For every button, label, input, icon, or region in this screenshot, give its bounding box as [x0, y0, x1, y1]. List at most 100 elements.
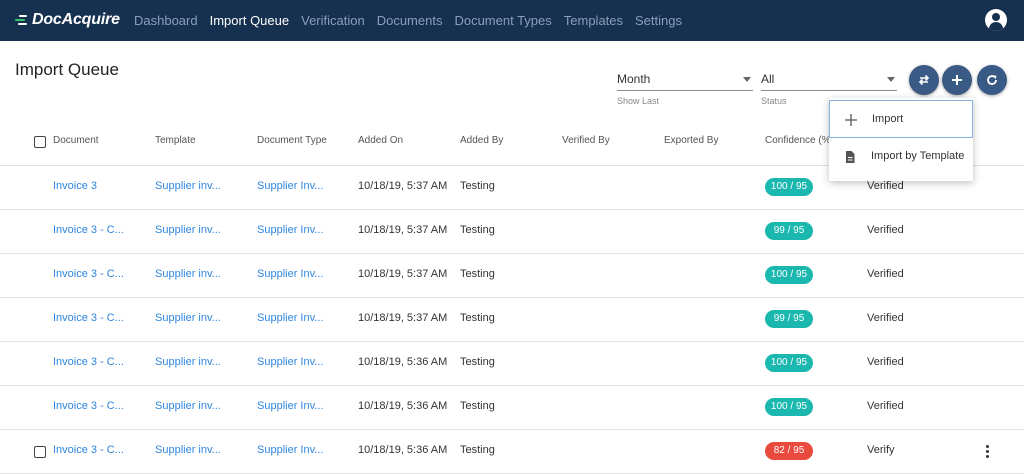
added-on-cell: 10/18/19, 5:37 AM	[358, 224, 448, 236]
column-header-document[interactable]: Document	[53, 135, 99, 146]
status-cell: Verified	[867, 400, 904, 412]
logo-text: DocAcquire	[32, 11, 120, 28]
column-header-document-type[interactable]: Document Type	[257, 135, 327, 146]
select-all-checkbox[interactable]	[34, 136, 46, 148]
added-on-cell: 10/18/19, 5:37 AM	[358, 312, 448, 324]
more-vert-icon[interactable]	[986, 445, 990, 459]
caret-down-icon	[887, 77, 895, 82]
status-cell: Verified	[867, 180, 904, 192]
confidence-badge: 100 / 95	[765, 266, 813, 284]
confidence-badge: 99 / 95	[765, 310, 813, 328]
nav-item-dashboard[interactable]: Dashboard	[134, 13, 198, 28]
template-link[interactable]: Supplier inv...	[155, 224, 221, 236]
refresh-icon	[987, 75, 997, 85]
template-link[interactable]: Supplier inv...	[155, 312, 221, 324]
confidence-badge: 100 / 95	[765, 354, 813, 372]
status-cell: Verified	[867, 224, 904, 236]
document-link[interactable]: Invoice 3 - C...	[53, 268, 124, 280]
document-type-link[interactable]: Supplier Inv...	[257, 400, 323, 412]
nav-item-import-queue[interactable]: Import Queue	[210, 13, 290, 28]
nav-item-settings[interactable]: Settings	[635, 13, 682, 28]
account-circle-icon[interactable]	[985, 9, 1007, 31]
added-by-cell: Testing	[460, 180, 495, 192]
refresh-button[interactable]	[977, 65, 1007, 95]
swap-icon	[918, 74, 930, 86]
status-value: All	[761, 72, 775, 86]
status-select[interactable]: All	[761, 69, 897, 91]
document-link[interactable]: Invoice 3 - C...	[53, 312, 124, 324]
column-header-added-by[interactable]: Added By	[460, 135, 503, 146]
added-by-cell: Testing	[460, 400, 495, 412]
caret-down-icon	[743, 77, 751, 82]
added-on-cell: 10/18/19, 5:36 AM	[358, 444, 448, 456]
menu-item-import-by-template[interactable]: Import by Template	[829, 138, 973, 176]
page-title: Import Queue	[15, 60, 119, 79]
document-type-link[interactable]: Supplier Inv...	[257, 224, 323, 236]
status-cell: Verify	[867, 444, 895, 456]
row-checkbox[interactable]	[34, 446, 46, 458]
nav-item-verification[interactable]: Verification	[301, 13, 365, 28]
plus-icon	[952, 75, 962, 85]
show-last-label: Show Last	[617, 96, 660, 106]
plus-icon	[845, 114, 857, 126]
document-link[interactable]: Invoice 3 - C...	[53, 224, 124, 236]
added-by-cell: Testing	[460, 444, 495, 456]
column-header-confidence[interactable]: Confidence (%)	[765, 135, 834, 146]
status-cell: Verified	[867, 268, 904, 280]
show-last-select[interactable]: Month	[617, 69, 753, 91]
added-by-cell: Testing	[460, 312, 495, 324]
table-row[interactable]: Invoice 3 - C... Supplier inv... Supplier …	[0, 386, 1024, 430]
added-on-cell: 10/18/19, 5:37 AM	[358, 268, 448, 280]
document-link[interactable]: Invoice 3 - C...	[53, 400, 124, 412]
column-header-template[interactable]: Template	[155, 135, 196, 146]
document-type-link[interactable]: Supplier Inv...	[257, 180, 323, 192]
column-header-verified-by[interactable]: Verified By	[562, 135, 610, 146]
template-link[interactable]: Supplier inv...	[155, 400, 221, 412]
template-link[interactable]: Supplier inv...	[155, 180, 221, 192]
column-header-added-on[interactable]: Added On	[358, 135, 403, 146]
table-row[interactable]: Invoice 3 - C... Supplier inv... Supplier …	[0, 210, 1024, 254]
confidence-badge: 82 / 95	[765, 442, 813, 460]
nav-item-templates[interactable]: Templates	[564, 13, 623, 28]
swap-button[interactable]	[909, 65, 939, 95]
table-row[interactable]: Invoice 3 - C... Supplier inv... Supplier …	[0, 298, 1024, 342]
added-on-cell: 10/18/19, 5:36 AM	[358, 356, 448, 368]
table-row[interactable]: Invoice 3 - C... Supplier inv... Supplier …	[0, 342, 1024, 386]
logo-mark-icon	[15, 14, 31, 26]
document-link[interactable]: Invoice 3	[53, 180, 97, 192]
document-link[interactable]: Invoice 3 - C...	[53, 356, 124, 368]
nav-item-document-types[interactable]: Document Types	[454, 13, 551, 28]
menu-item-label: Import	[872, 113, 904, 125]
document-type-link[interactable]: Supplier Inv...	[257, 444, 323, 456]
status-cell: Verified	[867, 356, 904, 368]
added-by-cell: Testing	[460, 224, 495, 236]
add-button[interactable]	[942, 65, 972, 95]
add-dropdown-menu: Import Import by Template	[829, 98, 973, 181]
table-row[interactable]: Invoice 3 - C... Supplier inv... Supplier …	[0, 254, 1024, 298]
nav-item-documents[interactable]: Documents	[377, 13, 443, 28]
status-cell: Verified	[867, 312, 904, 324]
document-icon	[846, 151, 855, 163]
document-link[interactable]: Invoice 3 - C...	[53, 444, 124, 456]
added-by-cell: Testing	[460, 268, 495, 280]
app-logo[interactable]: DocAcquire	[15, 10, 120, 30]
table-row[interactable]: Invoice 3 - C... Supplier inv... Supplier …	[0, 430, 1024, 474]
added-on-cell: 10/18/19, 5:37 AM	[358, 180, 448, 192]
document-type-link[interactable]: Supplier Inv...	[257, 356, 323, 368]
template-link[interactable]: Supplier inv...	[155, 444, 221, 456]
document-type-link[interactable]: Supplier Inv...	[257, 312, 323, 324]
document-type-link[interactable]: Supplier Inv...	[257, 268, 323, 280]
confidence-badge: 100 / 95	[765, 398, 813, 416]
menu-item-import[interactable]: Import	[829, 100, 973, 138]
status-label: Status	[761, 96, 787, 106]
added-by-cell: Testing	[460, 356, 495, 368]
main-nav: Dashboard Import Queue Verification Documen…	[134, 13, 694, 28]
template-link[interactable]: Supplier inv...	[155, 356, 221, 368]
top-navbar: DocAcquire Dashboard Import Queue Verifica…	[0, 0, 1024, 41]
column-header-exported-by[interactable]: Exported By	[664, 135, 718, 146]
confidence-badge: 100 / 95	[765, 178, 813, 196]
confidence-badge: 99 / 95	[765, 222, 813, 240]
show-last-value: Month	[617, 72, 651, 86]
template-link[interactable]: Supplier inv...	[155, 268, 221, 280]
added-on-cell: 10/18/19, 5:36 AM	[358, 400, 448, 412]
